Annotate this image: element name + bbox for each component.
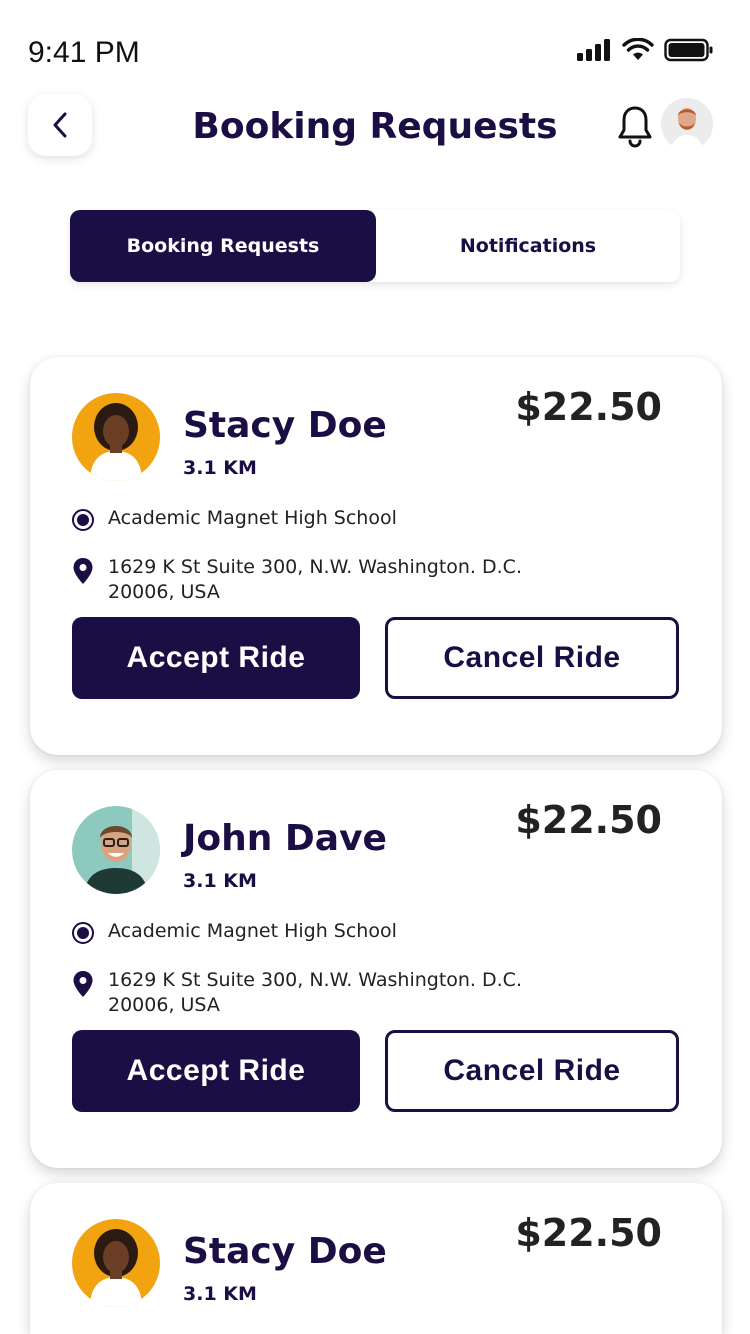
- location-pin-icon: [73, 558, 93, 584]
- rider-avatar: [72, 1219, 160, 1307]
- accept-ride-button[interactable]: Accept Ride: [72, 617, 360, 699]
- status-bar: 9:41 PM: [0, 0, 750, 100]
- status-time: 9:41 PM: [28, 36, 140, 69]
- pickup-location: Academic Magnet High School: [108, 507, 397, 529]
- wifi-icon: [622, 38, 654, 60]
- location-pin-icon: [73, 971, 93, 997]
- ride-price: $22.50: [515, 385, 662, 429]
- ride-price: $22.50: [515, 798, 662, 842]
- tab-bar: Booking Requests Notifications: [70, 210, 680, 282]
- rider-name: Stacy Doe: [183, 1231, 387, 1272]
- ride-price: $22.50: [515, 1211, 662, 1255]
- status-icons: [576, 38, 714, 62]
- rider-name: Stacy Doe: [183, 405, 387, 446]
- bell-icon[interactable]: [616, 104, 654, 148]
- avatar-image: [661, 98, 713, 150]
- tab-booking-requests[interactable]: Booking Requests: [70, 210, 376, 282]
- rider-distance: 3.1 KM: [183, 1283, 257, 1305]
- rider-distance: 3.1 KM: [183, 457, 257, 479]
- cellular-signal-icon: [577, 39, 610, 61]
- cancel-ride-button[interactable]: Cancel Ride: [385, 1030, 679, 1112]
- rider-name: John Dave: [183, 818, 387, 859]
- accept-ride-button[interactable]: Accept Ride: [72, 1030, 360, 1112]
- booking-request-card: Stacy Doe 3.1 KM $22.50: [30, 1183, 722, 1334]
- tab-notifications[interactable]: Notifications: [376, 210, 680, 282]
- cancel-ride-button[interactable]: Cancel Ride: [385, 617, 679, 699]
- pickup-point-icon: [72, 922, 94, 944]
- dropoff-location: 1629 K St Suite 300, N.W. Washington. D.…: [108, 969, 522, 1016]
- pickup-location: Academic Magnet High School: [108, 920, 397, 942]
- rider-avatar: [72, 806, 160, 894]
- dropoff-location: 1629 K St Suite 300, N.W. Washington. D.…: [108, 556, 522, 603]
- pickup-point-icon: [72, 509, 94, 531]
- avatar[interactable]: [661, 98, 713, 150]
- battery-icon: [664, 38, 713, 62]
- rider-avatar: [72, 393, 160, 481]
- booking-request-card: John Dave 3.1 KM $22.50 Academic Magnet …: [30, 770, 722, 1168]
- booking-request-card: Stacy Doe 3.1 KM $22.50 Academic Magnet …: [30, 357, 722, 755]
- rider-distance: 3.1 KM: [183, 870, 257, 892]
